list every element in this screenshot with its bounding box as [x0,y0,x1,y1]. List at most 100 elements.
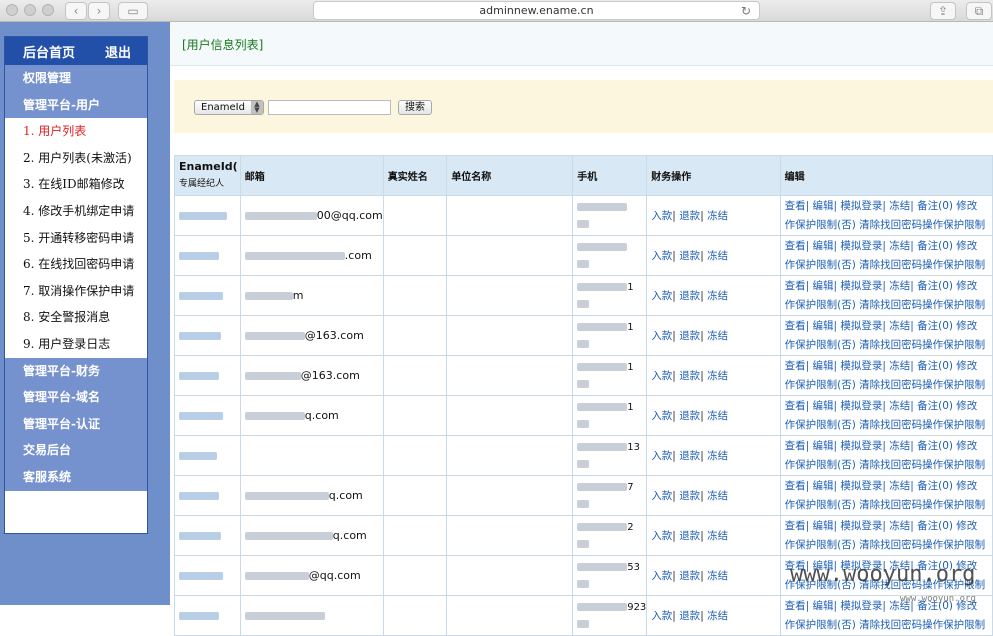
deposit-link[interactable]: 入款 [651,570,672,582]
freeze-link[interactable]: 冻结 [707,610,728,622]
email-text: @163.com [304,329,364,342]
back-button[interactable]: ‹ [65,2,87,20]
sidebar-item-2[interactable]: 2. 用户列表(未激活) [5,144,147,172]
col-header-enameid[interactable]: EnameId( 专属经纪人 [174,155,241,196]
freeze-link[interactable]: 冻结 [707,210,728,222]
freeze-link[interactable]: 冻结 [707,570,728,582]
freeze-link[interactable]: 冻结 [707,370,728,382]
search-input[interactable] [268,100,391,115]
home-link[interactable]: 后台首页 [23,42,75,61]
edit-actions-line2[interactable]: 作保护限制(否) 清除找回密码操作保护限制 [785,416,992,435]
finance-cell: 入款| 退款| 冻结 [646,235,781,276]
refund-link[interactable]: 退款 [679,290,700,302]
edit-actions-line1[interactable]: 查看| 编辑| 模拟登录| 冻结| 备注(0) 修改 [785,357,992,376]
deposit-link[interactable]: 入款 [651,210,672,222]
sidebar-item-4[interactable]: 4. 修改手机绑定申请 [5,197,147,225]
edit-actions-line1[interactable]: 查看| 编辑| 模拟登录| 冻结| 备注(0) 修改 [785,197,992,216]
deposit-link[interactable]: 入款 [651,490,672,502]
enameid-cell[interactable] [174,235,241,276]
sidebar-item-9[interactable]: 9. 用户登录日志 [5,330,147,358]
sidebar-item-5[interactable]: 5. 开通转移密码申请 [5,224,147,252]
refund-link[interactable]: 退款 [679,330,700,342]
sidebar-section-after-1[interactable]: 管理平台-域名 [5,384,147,411]
deposit-link[interactable]: 入款 [651,290,672,302]
enameid-cell[interactable] [174,395,241,436]
edit-actions-line2[interactable]: 作保护限制(否) 清除找回密码操作保护限制 [785,336,992,355]
edit-actions-line2[interactable]: 作保护限制(否) 清除找回密码操作保护限制 [785,376,992,395]
refund-link[interactable]: 退款 [679,610,700,622]
deposit-link[interactable]: 入款 [651,610,672,622]
sidebar-section-after-2[interactable]: 管理平台-认证 [5,410,147,438]
edit-actions-line2[interactable]: 作保护限制(否) 清除找回密码操作保护限制 [785,616,992,635]
zoom-window-button[interactable] [42,4,54,16]
refund-link[interactable]: 退款 [679,250,700,262]
deposit-link[interactable]: 入款 [651,250,672,262]
enameid-cell[interactable] [174,315,241,356]
freeze-link[interactable]: 冻结 [707,290,728,302]
sidebar-item-8[interactable]: 8. 安全警报消息 [5,304,147,331]
edit-actions-line2[interactable]: 作保护限制(否) 清除找回密码操作保护限制 [785,536,992,555]
address-bar[interactable]: adminnew.ename.cn ↻ [313,1,760,20]
edit-actions-line1[interactable]: 查看| 编辑| 模拟登录| 冻结| 备注(0) 修改 [785,277,992,296]
deposit-link[interactable]: 入款 [651,530,672,542]
edit-actions-line2[interactable]: 作保护限制(否) 清除找回密码操作保护限制 [785,256,992,275]
forward-icon: › [96,4,102,18]
edit-actions-line2[interactable]: 作保护限制(否) 清除找回密码操作保护限制 [785,216,992,235]
edit-actions-line1[interactable]: 查看| 编辑| 模拟登录| 冻结| 备注(0) 修改 [785,517,992,536]
sidebar-section-after-0[interactable]: 管理平台-财务 [5,357,147,385]
share-button[interactable]: ⇪ [930,2,956,20]
enameid-cell[interactable] [174,275,241,316]
enameid-cell[interactable] [174,475,241,516]
freeze-link[interactable]: 冻结 [707,330,728,342]
sidebar-item-3[interactable]: 3. 在线ID邮箱修改 [5,171,147,198]
close-window-button[interactable] [6,4,18,16]
deposit-link[interactable]: 入款 [651,330,672,342]
enameid-cell[interactable] [174,195,241,236]
tabs-button[interactable]: ⧉ [966,2,992,20]
logout-link[interactable]: 退出 [105,42,131,61]
enameid-cell[interactable] [174,555,241,596]
deposit-link[interactable]: 入款 [651,450,672,462]
search-field-select[interactable]: EnameId ▲ ▼ [194,100,264,115]
deposit-link[interactable]: 入款 [651,410,672,422]
sidebar-item-7[interactable]: 7. 取消操作保护申请 [5,277,147,305]
refund-link[interactable]: 退款 [679,210,700,222]
sidebar-toggle-button[interactable]: ▭ [118,2,148,20]
refund-link[interactable]: 退款 [679,570,700,582]
enameid-cell[interactable] [174,595,241,636]
sidebar-section-after-3[interactable]: 交易后台 [5,437,147,464]
search-button[interactable]: 搜索 [398,100,432,115]
edit-actions-line1[interactable]: 查看| 编辑| 模拟登录| 冻结| 备注(0) 修改 [785,237,992,256]
reload-icon[interactable]: ↻ [741,2,751,20]
sidebar-section-after-4[interactable]: 客服系统 [5,463,147,491]
sidebar-section-0[interactable]: 权限管理 [5,65,147,92]
refund-link[interactable]: 退款 [679,450,700,462]
enameid-cell[interactable] [174,355,241,396]
deposit-link[interactable]: 入款 [651,370,672,382]
edit-actions-line2[interactable]: 作保护限制(否) 清除找回密码操作保护限制 [785,456,992,475]
refund-link[interactable]: 退款 [679,410,700,422]
sidebar-section-1[interactable]: 管理平台-用户 [5,91,147,119]
refund-link[interactable]: 退款 [679,370,700,382]
freeze-link[interactable]: 冻结 [707,530,728,542]
refund-link[interactable]: 退款 [679,530,700,542]
edit-actions-line1[interactable]: 查看| 编辑| 模拟登录| 冻结| 备注(0) 修改 [785,317,992,336]
freeze-link[interactable]: 冻结 [707,410,728,422]
sidebar-item-6[interactable]: 6. 在线找回密码申请 [5,251,147,278]
edit-actions-line2[interactable]: 作保护限制(否) 清除找回密码操作保护限制 [785,296,992,315]
edit-actions-line1[interactable]: 查看| 编辑| 模拟登录| 冻结| 备注(0) 修改 [785,397,992,416]
freeze-link[interactable]: 冻结 [707,450,728,462]
forward-button[interactable]: › [88,2,110,20]
edit-actions-line1[interactable]: 查看| 编辑| 模拟登录| 冻结| 备注(0) 修改 [785,437,992,456]
minimize-window-button[interactable] [24,4,36,16]
edit-actions-line1[interactable]: 查看| 编辑| 模拟登录| 冻结| 备注(0) 修改 [785,477,992,496]
sidebar-item-1[interactable]: 1. 用户列表 [5,118,147,145]
table-row: q.com 1 入款| 退款| 冻结 查看| 编辑| 模拟登录| 冻结| 备注(0) … [174,395,993,436]
freeze-link[interactable]: 冻结 [707,490,728,502]
edit-cell: 查看| 编辑| 模拟登录| 冻结| 备注(0) 修改 作保护限制(否) 清除找回密… [779,315,993,356]
enameid-cell[interactable] [174,515,241,556]
edit-actions-line2[interactable]: 作保护限制(否) 清除找回密码操作保护限制 [785,496,992,515]
enameid-cell[interactable] [174,435,241,476]
refund-link[interactable]: 退款 [679,490,700,502]
freeze-link[interactable]: 冻结 [707,250,728,262]
